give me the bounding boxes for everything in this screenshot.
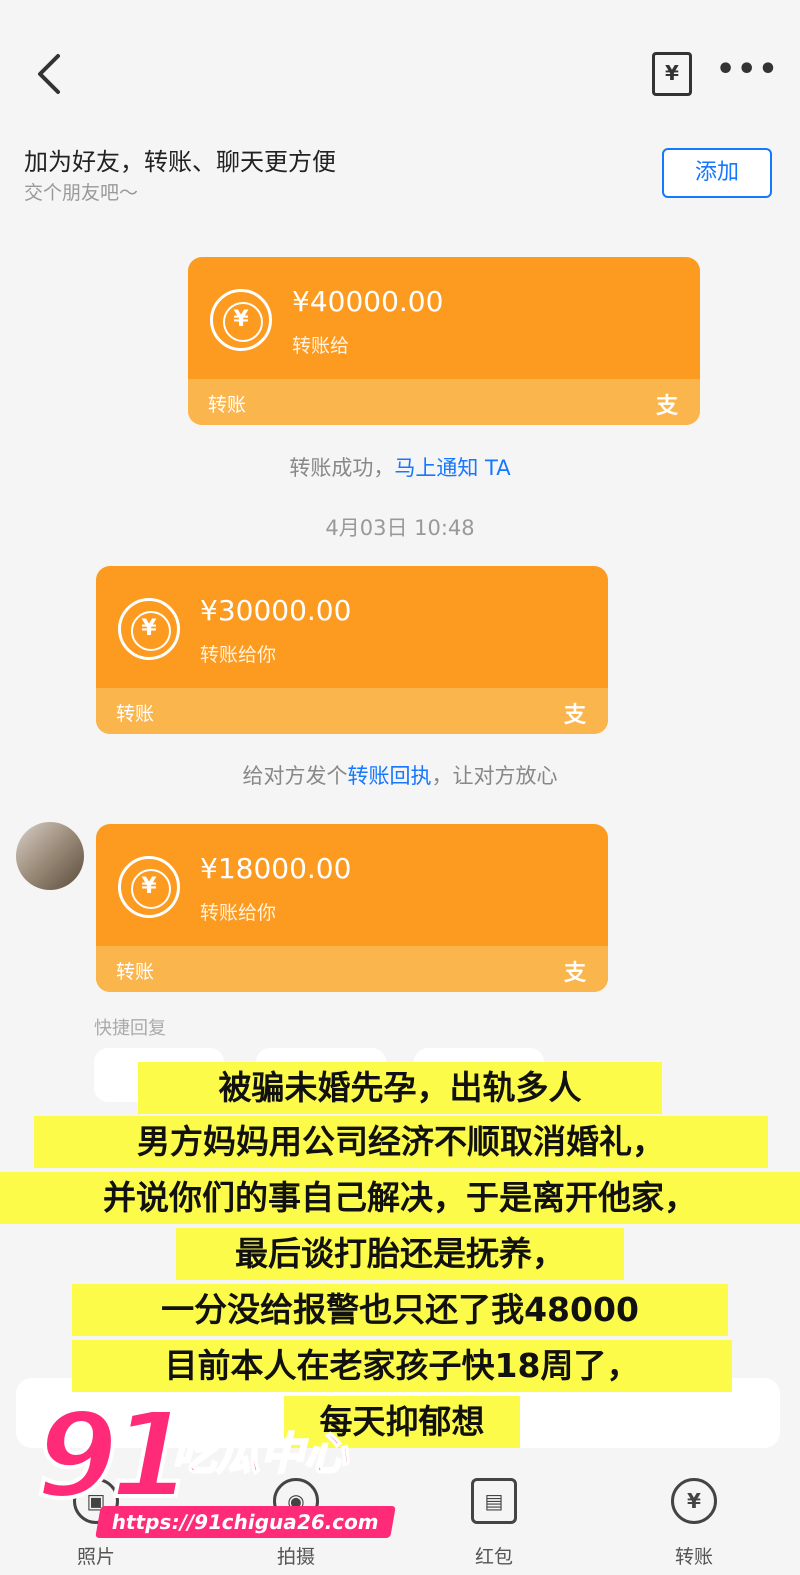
add-friend-subtitle: 交个朋友吧～ bbox=[24, 182, 139, 204]
red-packet-icon: ▤ bbox=[471, 1478, 517, 1524]
receipt-suffix: ，让对方放心 bbox=[431, 764, 558, 788]
transfer-card-body: ¥ ¥40000.00 转账给 bbox=[188, 257, 700, 379]
transfer-card-footer: 转账 支 bbox=[188, 379, 700, 425]
more-icon[interactable]: ••• bbox=[716, 55, 778, 85]
watermark-url: https://91chigua26.com bbox=[95, 1506, 396, 1538]
transfer-amount: ¥30000.00 bbox=[200, 594, 352, 627]
transfer-currency-icon: ¥ bbox=[118, 856, 180, 918]
toolbar-item-label: 照片 bbox=[76, 1546, 115, 1568]
caption-line: 并说你们的事自己解决，于是离开他家， bbox=[0, 1172, 800, 1224]
transfer-label: 转账 bbox=[116, 961, 155, 983]
transfer-card[interactable]: ¥ ¥18000.00 转账给你 转账 支 bbox=[96, 824, 608, 992]
top-bar: ¥ ••• bbox=[0, 0, 800, 130]
transfer-icon: ¥ bbox=[671, 1478, 717, 1524]
toolbar-item-label: 拍摄 bbox=[276, 1546, 315, 1568]
add-friend-title: 加为好友，转账、聊天更方便 bbox=[24, 148, 336, 176]
receipt-notice: 给对方发个转账回执，让对方放心 bbox=[0, 760, 800, 790]
transfer-label: 转账 bbox=[208, 394, 247, 416]
add-friend-button[interactable]: 添加 bbox=[662, 148, 772, 198]
transfer-card[interactable]: ¥ ¥30000.00 转账给你 转账 支 bbox=[96, 566, 608, 734]
transfer-label: 转账 bbox=[116, 703, 155, 725]
transfer-desc: 转账给 bbox=[292, 335, 350, 357]
receipt-prefix: 给对方发个 bbox=[242, 764, 348, 788]
transfer-amount: ¥18000.00 bbox=[200, 852, 352, 885]
watermark-name: 吃瓜中心 bbox=[171, 1428, 349, 1481]
toolbar-item-label: 红包 bbox=[474, 1546, 513, 1568]
caption-line: 最后谈打胎还是抚养， bbox=[176, 1228, 624, 1280]
quick-reply-label: 快捷回复 bbox=[94, 1018, 166, 1039]
transfer-receipt-link[interactable]: 转账回执 bbox=[348, 764, 432, 788]
transfer-card-footer: 转账 支 bbox=[96, 946, 608, 992]
transfer-desc: 转账给你 bbox=[200, 644, 277, 666]
caption-line: 一分没给报警也只还了我48000 bbox=[72, 1284, 728, 1336]
transfer-amount: ¥40000.00 bbox=[292, 285, 444, 318]
notify-ta-link[interactable]: 马上通知 TA bbox=[394, 456, 510, 480]
chevron-left-icon[interactable] bbox=[30, 50, 70, 98]
avatar[interactable] bbox=[16, 822, 84, 890]
message-timestamp: 4月03日 10:48 bbox=[325, 516, 475, 540]
toolbar-item-transfer[interactable]: ¥ 转账 bbox=[634, 1470, 754, 1569]
alipay-icon: 支 bbox=[655, 394, 678, 419]
transfer-card[interactable]: ¥ ¥40000.00 转账给 转账 支 bbox=[188, 257, 700, 425]
transfer-currency-icon: ¥ bbox=[118, 598, 180, 660]
toolbar-item-label: 转账 bbox=[674, 1546, 713, 1568]
alipay-icon: 支 bbox=[563, 961, 586, 986]
toolbar-item-red-packet[interactable]: ▤ 红包 bbox=[434, 1470, 554, 1569]
add-friend-banner: 加为好友，转账、聊天更方便 交个朋友吧～ 添加 bbox=[0, 130, 800, 210]
watermark-logo: 91 bbox=[34, 1386, 194, 1524]
transfer-card-body: ¥ ¥18000.00 转账给你 bbox=[96, 824, 608, 946]
transfer-success-text: 转账成功， bbox=[289, 456, 395, 480]
transfer-currency-icon: ¥ bbox=[210, 289, 272, 351]
transfer-desc: 转账给你 bbox=[200, 902, 277, 924]
transfer-card-body: ¥ ¥30000.00 转账给你 bbox=[96, 566, 608, 688]
bill-icon[interactable]: ¥ bbox=[652, 52, 692, 96]
transfer-success-notice: 转账成功，马上通知 TA bbox=[0, 452, 800, 482]
caption-line: 被骗未婚先孕，出轨多人 bbox=[138, 1062, 662, 1114]
caption-line: 男方妈妈用公司经济不顺取消婚礼， bbox=[34, 1116, 768, 1168]
transfer-card-footer: 转账 支 bbox=[96, 688, 608, 734]
alipay-icon: 支 bbox=[563, 703, 586, 728]
caption-line: 目前本人在老家孩子快18周了， bbox=[72, 1340, 732, 1392]
